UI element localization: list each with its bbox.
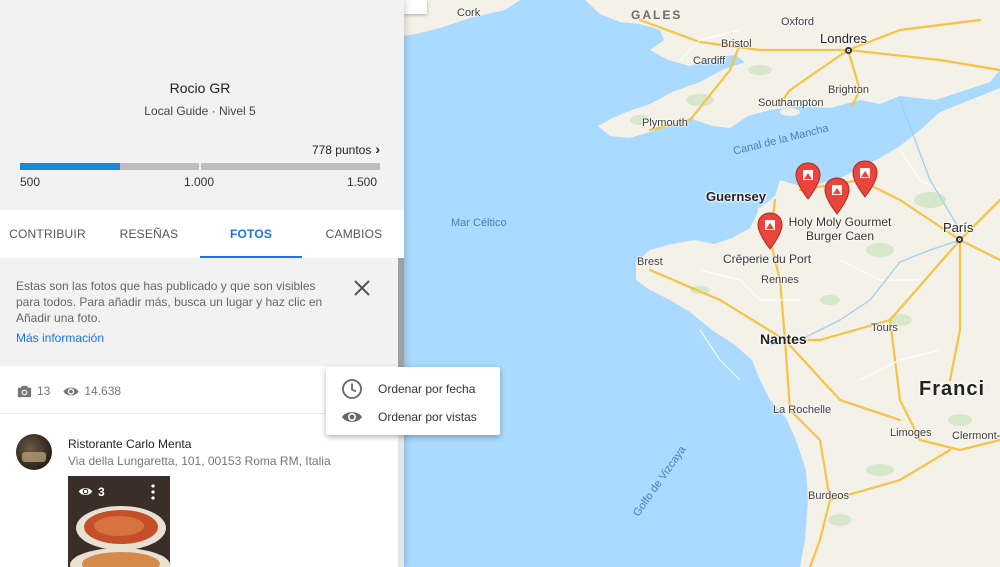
photo-views: 3 xyxy=(78,484,105,499)
points-link[interactable]: 778 puntos › xyxy=(312,141,380,157)
progress-midpoint-tick xyxy=(199,163,201,170)
map-label-clermont: Clermont- xyxy=(952,430,1000,442)
city-dot-londres xyxy=(845,47,852,54)
view-count: 14.638 xyxy=(84,384,122,398)
map-label-cardiff: Cardiff xyxy=(693,55,726,67)
eye-icon xyxy=(78,488,93,495)
tab-cambios[interactable]: CAMBIOS xyxy=(304,211,404,258)
eye-icon xyxy=(63,387,79,395)
points-progress-bar xyxy=(20,163,380,170)
scale-mid: 1.000 xyxy=(184,175,215,189)
info-banner: Estas son las fotos que has publicado y … xyxy=(0,258,398,366)
map-label-southampton: Southampton xyxy=(758,97,824,109)
tab-fotos[interactable]: FOTOS xyxy=(200,211,302,258)
profile-name: Rocio GR xyxy=(169,80,231,96)
tab-contribuir[interactable]: CONTRIBUIR xyxy=(0,211,95,258)
sort-by-date-option[interactable]: Ordenar por fecha xyxy=(326,375,500,403)
map-label-guernsey: Guernsey xyxy=(706,189,766,204)
map-pin-2[interactable] xyxy=(824,177,850,215)
map-label-burdeos: Burdeos xyxy=(808,490,849,502)
sort-by-date-label: Ordenar por fecha xyxy=(378,382,476,396)
profile-tabs: CONTRIBUIR RESEÑAS FOTOS CAMBIOS xyxy=(0,211,404,259)
map-label-cork: Cork xyxy=(457,7,481,19)
map-label-la-rochelle: La Rochelle xyxy=(773,404,832,416)
map-label-brighton: Brighton xyxy=(828,84,869,96)
map-label-tours: Tours xyxy=(871,322,898,334)
chevron-right-icon: › xyxy=(375,141,380,157)
profile-level: Local Guide · Nivel 5 xyxy=(144,104,256,118)
photo-count: 13 xyxy=(37,384,51,398)
place-photo[interactable]: 3 xyxy=(68,476,170,567)
profile-header: Rocio GR Local Guide · Nivel 5 778 punto… xyxy=(0,0,404,210)
close-icon[interactable] xyxy=(352,278,372,298)
panel-scrollbar-thumb[interactable] xyxy=(398,258,404,368)
tab-resenas[interactable]: RESEÑAS xyxy=(99,211,199,258)
camera-icon xyxy=(17,385,32,397)
info-text: Estas son las fotos que has publicado y … xyxy=(16,279,323,325)
map-pin-4[interactable] xyxy=(757,212,783,250)
eye-icon xyxy=(342,412,362,422)
points-label: 778 puntos xyxy=(311,143,372,157)
map-collapse-control[interactable] xyxy=(404,0,427,14)
sort-by-views-option[interactable]: Ordenar por vistas xyxy=(326,403,500,431)
map-label-brest: Brest xyxy=(637,256,663,268)
map-label-holy-moly[interactable]: Holy Moly Gourmet Burger Caen xyxy=(782,215,898,243)
clock-icon xyxy=(342,379,362,399)
points-progress-fill xyxy=(20,163,121,170)
map-pin-3[interactable] xyxy=(852,160,878,198)
place-title[interactable]: Ristorante Carlo Menta xyxy=(68,437,191,451)
sort-by-views-label: Ordenar por vistas xyxy=(378,410,477,424)
city-dot-paris xyxy=(956,236,963,243)
map-label-nantes: Nantes xyxy=(760,331,807,347)
map-label-paris: París xyxy=(943,220,974,235)
sort-menu: Ordenar por fecha Ordenar por vistas xyxy=(326,367,500,435)
map-pin-1[interactable] xyxy=(795,162,821,200)
map-label-rennes: Rennes xyxy=(761,274,799,286)
map-label-limoges: Limoges xyxy=(890,427,932,439)
more-vert-icon[interactable] xyxy=(150,484,156,500)
map-label-londres: Londres xyxy=(820,31,867,46)
photo-view-count: 3 xyxy=(98,484,105,499)
profile-panel: Rocio GR Local Guide · Nivel 5 778 punto… xyxy=(0,0,404,567)
map-label-oxford: Oxford xyxy=(781,16,815,28)
photo-stats[interactable]: 13 14.638 xyxy=(16,381,121,401)
map-label-bristol: Bristol xyxy=(721,38,752,50)
map-label-gales: GALES xyxy=(631,8,683,22)
scale-max: 1.500 xyxy=(347,175,378,189)
map-label-francia: Franci xyxy=(919,378,986,400)
map-label-creperie[interactable]: Crêperie du Port xyxy=(723,252,811,266)
place-avatar[interactable] xyxy=(16,434,52,470)
place-address: Via della Lungaretta, 101, 00153 Roma RM… xyxy=(68,454,331,468)
scale-min: 500 xyxy=(20,175,41,189)
map-label-mar-celtico: Mar Céltico xyxy=(451,217,507,229)
more-info-link[interactable]: Más información xyxy=(16,331,104,345)
map-label-plymouth: Plymouth xyxy=(642,117,688,129)
